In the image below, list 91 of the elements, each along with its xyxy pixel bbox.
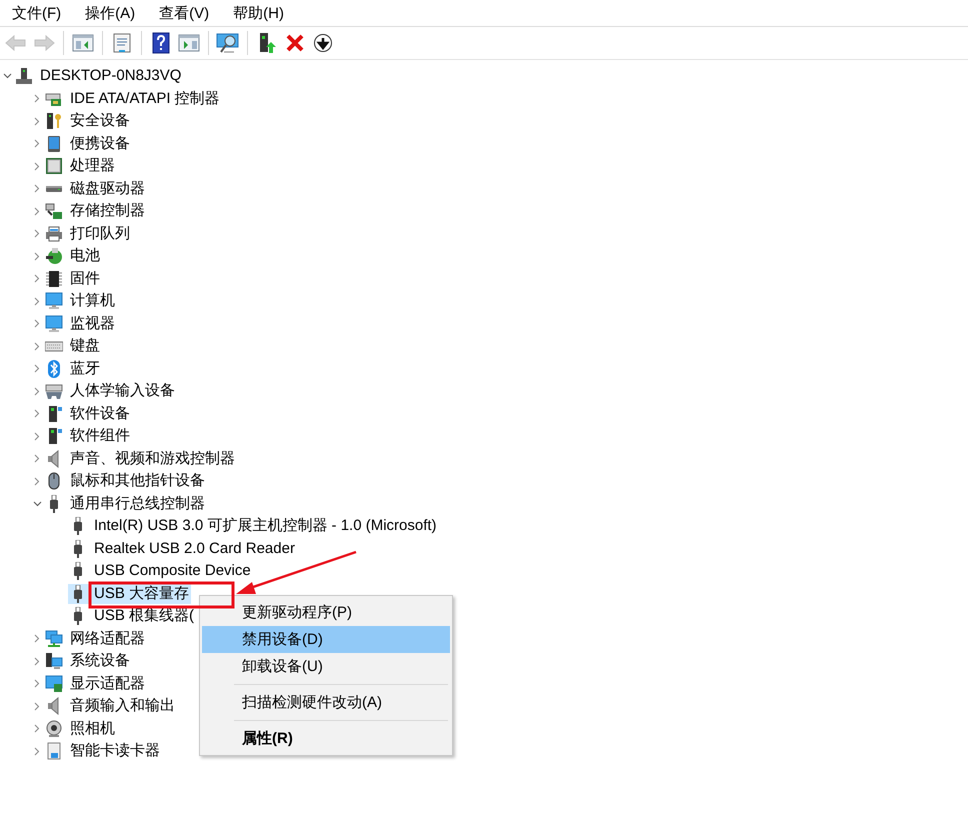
expand-chevron-icon[interactable] [34,454,40,464]
expand-chevron-icon[interactable] [34,364,40,374]
tablet-icon [45,134,63,153]
collapse-chevron-icon[interactable] [32,500,42,507]
expand-chevron-icon[interactable] [34,116,40,126]
expand-chevron-icon[interactable] [34,409,40,418]
expand-chevron-icon[interactable] [34,252,40,261]
collapse-chevron-icon[interactable] [2,73,12,80]
menu-item[interactable]: 文件(F) [2,4,72,22]
drive-icon [45,184,63,193]
expand-chevron-icon[interactable] [34,296,40,306]
expand-chevron-icon[interactable] [34,679,40,688]
printer-icon [45,224,63,243]
tree-item-label[interactable]: 鼠标和其他指针设备 [68,471,207,492]
tree-item-label[interactable]: 存储控制器 [68,201,147,222]
expand-chevron-icon[interactable] [34,476,40,486]
tree-item-label[interactable]: Realtek USB 2.0 Card Reader [92,538,297,559]
context-menu-item[interactable]: 卸载设备(U) [202,653,450,680]
tree-item-label[interactable]: 计算机 [68,291,117,312]
tree-item-label[interactable]: 声音、视频和游戏控制器 [68,448,237,469]
expand-chevron-icon[interactable] [34,229,40,238]
context-menu-item[interactable]: 扫描检测硬件改动(A) [202,689,450,716]
storage-controller-icon [45,202,63,220]
tree-item-label[interactable]: 电池 [68,246,102,266]
tree-item-label[interactable]: USB Composite Device [92,561,253,582]
context-menu-item[interactable]: 更新驱动程序(P) [202,599,450,626]
help-icon[interactable] [152,32,170,54]
tree-item-label[interactable]: IDE ATA/ATAPI 控制器 [68,88,222,109]
menu-item[interactable]: 操作(A) [75,4,146,22]
expand-chevron-icon[interactable] [34,702,40,711]
download-icon[interactable] [313,33,333,53]
tree-item-label[interactable]: 音频输入和输出 [68,696,177,716]
tree-item-label[interactable]: 打印队列 [68,224,132,244]
tree-item-label[interactable]: 人体学输入设备 [68,381,177,402]
tree-item-label[interactable]: 磁盘驱动器 [68,178,147,199]
menu-item[interactable]: 查看(V) [149,4,220,22]
system-device-icon [45,652,63,670]
tree-item-label[interactable]: 照相机 [68,718,117,739]
keyboard-icon [45,340,63,352]
tree-item-label[interactable]: 处理器 [68,156,117,176]
tree-item-label[interactable]: 系统设备 [68,651,132,672]
webcam-icon [45,720,63,738]
tree-item-label[interactable]: 智能卡读卡器 [68,741,162,762]
expand-chevron-icon[interactable] [34,432,40,441]
bluetooth-icon [45,360,63,378]
tree-item-label[interactable]: 软件组件 [68,426,132,446]
tree-item-label[interactable]: DESKTOP-0N8J3VQ [38,66,184,86]
tree-item-label[interactable]: 监视器 [68,314,117,334]
gamepad-keyboard-icon [45,382,63,400]
tree-item-label[interactable]: 软件设备 [68,404,132,424]
tree-item-label[interactable]: 网络适配器 [68,628,147,649]
menu-item[interactable]: 帮助(H) [223,4,294,22]
expand-chevron-icon[interactable] [34,746,40,756]
driver-update-icon[interactable] [257,32,277,54]
expand-chevron-icon[interactable] [34,139,40,148]
expand-chevron-icon[interactable] [34,342,40,351]
action-pane-icon[interactable] [178,34,200,52]
expand-chevron-icon[interactable] [34,634,40,644]
monitor-icon [45,292,63,310]
expand-chevron-icon[interactable] [34,724,40,734]
expand-chevron-icon[interactable] [34,94,40,104]
monitor-search-icon[interactable] [216,32,240,54]
properties-icon[interactable] [112,33,132,53]
tree-item-label[interactable]: 蓝牙 [68,358,102,379]
tree-item-label[interactable]: 安全设备 [68,111,132,132]
expand-chevron-icon[interactable] [34,184,40,194]
tree-item-label[interactable]: 便携设备 [68,134,132,154]
expand-chevron-icon[interactable] [34,206,40,216]
tree-item-label[interactable]: 键盘 [68,336,102,356]
display-adapter-icon [45,674,63,693]
context-menu-item[interactable]: 禁用设备(D) [202,626,450,653]
expand-chevron-icon[interactable] [34,319,40,328]
battery-icon [45,247,63,266]
context-menu-item[interactable]: 属性(R) [202,725,450,752]
tree-item-label[interactable]: 显示适配器 [68,674,147,694]
security-key-icon [45,112,63,130]
tree-item-label[interactable]: 固件 [68,268,102,289]
tree-item-label[interactable]: Intel(R) USB 3.0 可扩展主机控制器 - 1.0 (Microsoft) [92,516,439,536]
console-tree-icon[interactable] [72,34,94,52]
expand-chevron-icon[interactable] [34,386,40,396]
expand-chevron-icon[interactable] [34,656,40,666]
close-icon[interactable] [286,34,304,52]
expand-chevron-icon[interactable] [34,274,40,284]
computer-icon [15,67,33,86]
firmware-chip-icon [45,270,63,288]
network-icon [45,630,63,648]
monitor-icon [45,314,63,333]
expand-chevron-icon[interactable] [34,162,40,171]
chip-icon [45,157,63,176]
tree-item-label[interactable]: 通用串行总线控制器 [68,494,207,514]
card-reader-icon [45,742,63,760]
